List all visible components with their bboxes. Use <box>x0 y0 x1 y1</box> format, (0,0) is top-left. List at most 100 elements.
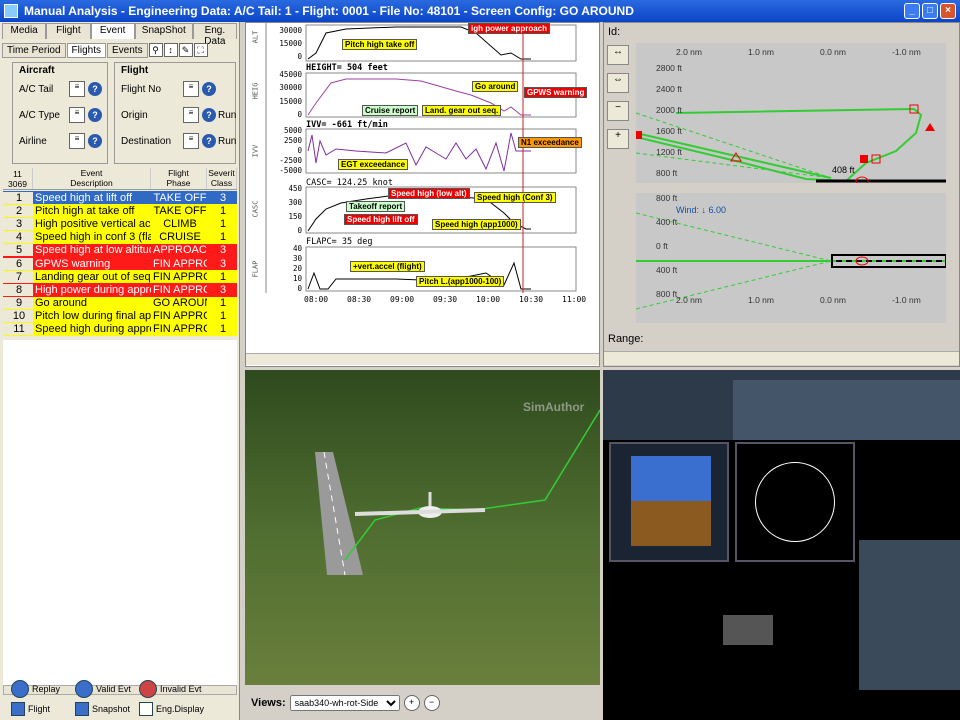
field-ac-type: A/C Type ≡? <box>19 107 102 123</box>
y-tick-label: -2500 <box>279 156 302 165</box>
zoom-out-icon[interactable]: − <box>607 101 629 121</box>
tab-eng-data[interactable]: Eng. Data <box>192 23 237 47</box>
x-tick-label: 11:00 <box>562 295 587 304</box>
axis-name-casc: CASC <box>251 200 260 218</box>
annotation[interactable]: +vert.accel (flight) <box>350 261 425 272</box>
table-row[interactable]: 11 Speed high during approach at FIN APP… <box>3 322 237 337</box>
fit-horizontal-button[interactable]: ⇔ <box>607 73 629 93</box>
views-select[interactable]: saab340-wh-rot-Side <box>289 694 400 711</box>
table-row[interactable]: 2 Pitch high at take off TAKE OFF 1 <box>3 204 237 218</box>
event-marker[interactable] <box>925 123 935 131</box>
table-row[interactable]: 9 Go around GO AROUND 1 <box>3 296 237 310</box>
annotation[interactable]: Pitch high take off <box>342 39 418 50</box>
flight-button[interactable]: Flight <box>11 702 50 716</box>
invalid-evt-button[interactable]: Invalid Evt <box>139 680 202 698</box>
tab-media[interactable]: Media <box>2 23 47 39</box>
col-flight-phase[interactable]: Flight Phase <box>151 168 207 189</box>
annotation[interactable]: Pitch L.(app1000-100) <box>416 276 505 287</box>
y-tick-label: 0 <box>297 146 302 155</box>
subtab-flights[interactable]: Flights <box>66 42 106 58</box>
valid-evt-button[interactable]: Valid Evt <box>75 680 131 698</box>
profile-tools: ↔ ⇔ − + <box>607 45 633 157</box>
approach-profile-panel: Id: ↔ ⇔ − + 2.0 nm 1.0 nm 0.0 nm -1.0 nm 28… <box>603 22 960 367</box>
profile-scrollbar[interactable] <box>604 351 959 365</box>
help-icon[interactable]: ? <box>202 134 216 148</box>
expand-icon[interactable]: ⛶ <box>193 43 208 57</box>
annotation[interactable]: EGT exceedance <box>338 159 409 170</box>
row-description: Pitch high at take off <box>35 204 135 217</box>
tab-event[interactable]: Event <box>90 23 135 39</box>
annotation[interactable]: GPWS warning <box>524 87 588 98</box>
glareshield-panel <box>733 380 960 440</box>
sort-icon[interactable]: ↕ <box>163 43 178 57</box>
annotation[interactable]: Speed high (low alt) <box>388 188 470 199</box>
minimize-button[interactable]: _ <box>904 3 920 19</box>
document-icon[interactable]: ≡ <box>183 107 199 123</box>
zoom-in-icon[interactable]: + <box>607 129 629 149</box>
throttle-quadrant <box>859 540 960 690</box>
wind-label-text: Wind: <box>676 205 700 215</box>
y-tick-label: 40 <box>292 244 302 253</box>
run-button[interactable]: Run <box>218 136 236 147</box>
subtab-events[interactable]: Events <box>107 42 148 58</box>
replay-button[interactable]: Replay <box>11 680 60 698</box>
event-count-header[interactable]: 11 3069 <box>3 168 33 189</box>
table-row[interactable]: 5 Speed high at low altitude, belo APPRO… <box>3 243 237 257</box>
close-button[interactable]: × <box>940 3 956 19</box>
3d-flight-view[interactable]: SimAuthor <box>245 370 600 685</box>
snapshot-button[interactable]: Snapshot <box>75 702 130 716</box>
annotation[interactable]: igh power approach <box>468 23 551 34</box>
col-severity-class[interactable]: Severit Class <box>207 168 237 189</box>
document-icon[interactable]: ≡ <box>69 107 85 123</box>
plots-scrollbar[interactable] <box>246 353 599 365</box>
annotation[interactable]: Speed high (Conf 3) <box>474 192 556 203</box>
zoom-out-icon[interactable]: − <box>423 694 440 711</box>
filter-icon[interactable]: ✎ <box>178 43 193 57</box>
annotation[interactable]: Takeoff report <box>346 201 406 212</box>
y-tick-label: 30000 <box>279 26 302 35</box>
document-icon[interactable]: ≡ <box>69 133 85 149</box>
document-icon[interactable]: ≡ <box>69 81 85 97</box>
col-event-description[interactable]: Event Description <box>33 168 151 189</box>
help-icon[interactable]: ? <box>88 108 102 122</box>
tab-snapshot[interactable]: SnapShot <box>134 23 193 39</box>
binoculars-icon[interactable]: ⚲ <box>148 43 163 57</box>
table-row[interactable]: 4 Speed high in conf 3 (flap 20 - ( CRUI… <box>3 230 237 244</box>
annotation[interactable]: Speed high lift off <box>344 214 418 225</box>
eng-display-button[interactable]: Eng.Display <box>139 702 204 716</box>
attitude-indicator <box>631 456 711 546</box>
valid-label: Valid Evt <box>96 684 131 694</box>
event-marker[interactable] <box>636 131 642 139</box>
document-icon[interactable]: ≡ <box>183 81 199 97</box>
help-icon[interactable]: ? <box>202 108 216 122</box>
table-row[interactable]: 10 Pitch low during final approach, FIN … <box>3 309 237 323</box>
annotation[interactable]: Speed high (app1000) <box>432 219 521 230</box>
events-table-header: 11 3069 Event Description Flight Phase Se… <box>3 168 237 190</box>
x-tick-label: 08:00 <box>304 295 329 304</box>
help-icon[interactable]: ? <box>88 82 102 96</box>
row-phase: FIN APPRCH <box>153 323 207 336</box>
table-row[interactable]: 8 High power during approach FIN APPRCH … <box>3 283 237 297</box>
help-icon[interactable]: ? <box>202 82 216 96</box>
zoom-in-icon[interactable]: + <box>403 694 420 711</box>
annotation[interactable]: Cruise report <box>362 105 419 116</box>
annotation[interactable]: Land. gear out seq. <box>422 105 502 116</box>
annotation[interactable]: Go around <box>472 81 519 92</box>
events-table-empty <box>3 340 237 685</box>
maximize-button[interactable]: □ <box>922 3 938 19</box>
row-number: 3 <box>3 217 33 230</box>
field-label: Destination <box>121 135 172 147</box>
tab-flight[interactable]: Flight <box>46 23 91 39</box>
views-label: Views: <box>251 696 286 709</box>
table-row[interactable]: 7 Landing gear out of sequence FIN APPRC… <box>3 270 237 284</box>
event-marker[interactable] <box>860 155 868 163</box>
zoom-horizontal-button[interactable]: ↔ <box>607 45 629 65</box>
help-icon[interactable]: ? <box>88 134 102 148</box>
table-row[interactable]: 6 GPWS warning FIN APPRCH 3 <box>3 256 237 271</box>
document-icon[interactable]: ≡ <box>183 133 199 149</box>
run-button[interactable]: Run <box>218 110 236 121</box>
subtab-time-period[interactable]: Time Period <box>2 42 66 58</box>
table-row[interactable]: 1 Speed high at lift off TAKE OFF 3 <box>3 191 237 205</box>
annotation[interactable]: N1 exceedance <box>518 137 582 148</box>
table-row[interactable]: 3 High positive vertical accelerati CLIM… <box>3 217 237 231</box>
